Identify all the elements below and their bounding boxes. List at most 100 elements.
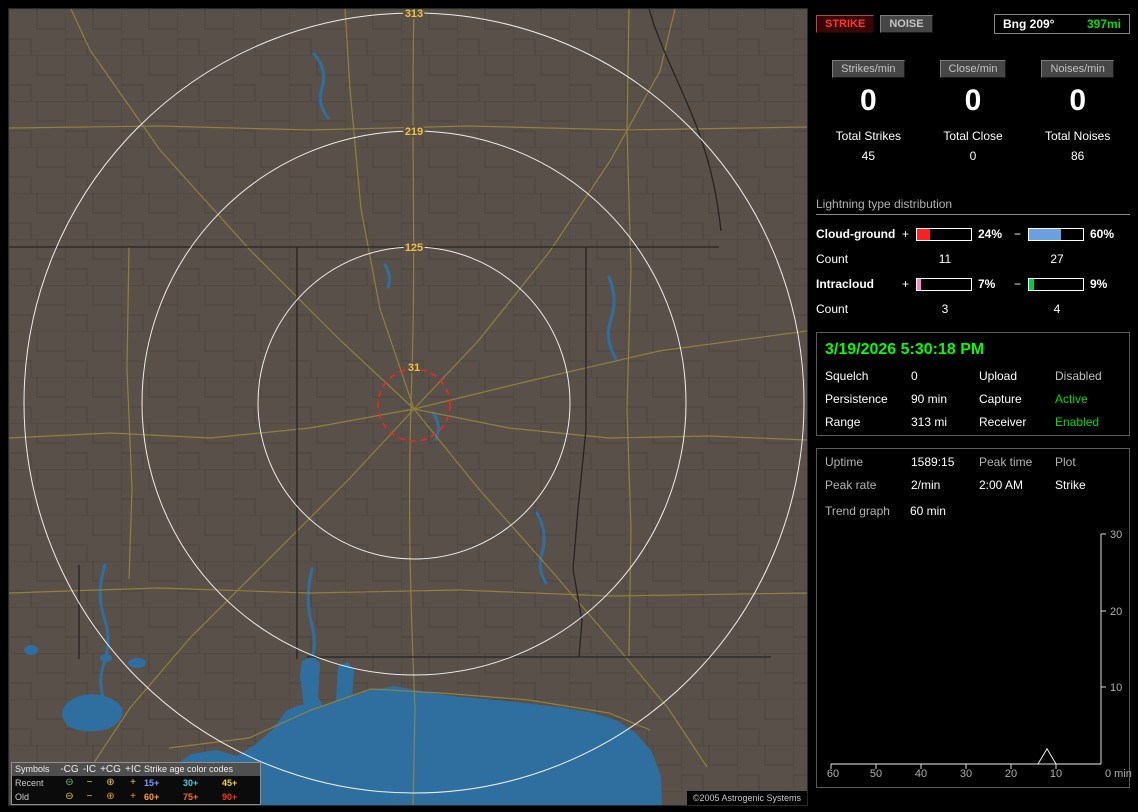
- cg-negative-count: 27: [1050, 252, 1064, 266]
- bearing-readout: Bng 209° 397mi: [994, 14, 1130, 34]
- close-counter: Close/min 0 Total Close 0: [921, 60, 1026, 163]
- x-tick-0min: 0 min: [1105, 768, 1132, 778]
- cg-positive-percent: 24%: [978, 227, 1003, 241]
- peak-time-value: 2:00 AM: [979, 478, 1024, 492]
- total-noises-label: Total Noises: [1044, 129, 1111, 143]
- plot-value: Strike: [1055, 478, 1086, 492]
- legend-age-header: Strike age color codes: [144, 764, 234, 774]
- uptime-value: 1589:15: [911, 455, 955, 469]
- neg-ic-old-icon: −: [86, 791, 93, 802]
- total-close-label: Total Close: [943, 129, 1003, 143]
- current-datetime: 3/19/2026 5:30:18 PM: [825, 341, 985, 358]
- strike-mode-button[interactable]: STRIKE: [816, 15, 875, 33]
- legend-old-label: Old: [15, 791, 30, 802]
- neg-ic-recent-icon: −: [86, 777, 93, 788]
- upload-status: Disabled: [1055, 369, 1102, 383]
- bearing-value: Bng 209°: [1003, 17, 1055, 31]
- squelch-label: Squelch: [825, 369, 869, 383]
- rate-counters: Strikes/min 0 Total Strikes 45 Close/min…: [816, 60, 1130, 163]
- ic-count-label: Count: [816, 302, 849, 316]
- y-tick-30: 30: [1110, 529, 1122, 541]
- map-graphics: 313 219 125 31: [9, 9, 807, 805]
- age-45: 45+: [222, 777, 238, 788]
- legend-recent-label: Recent: [15, 777, 44, 788]
- pos-cg-recent-icon: ⊕: [106, 777, 115, 788]
- strikes-per-min-value: 0: [859, 84, 877, 117]
- noises-per-min-button[interactable]: Noises/min: [1041, 60, 1114, 78]
- noise-mode-button[interactable]: NOISE: [880, 15, 933, 33]
- trend-graph: 30 20 10 60 50 40 30 20 10 0 min: [827, 529, 1132, 780]
- age-30: 30+: [183, 777, 199, 788]
- pos-cg-old-icon: ⊕: [106, 791, 115, 802]
- range-ring-label: 125: [405, 242, 423, 254]
- x-tick-20: 20: [1005, 768, 1017, 778]
- peak-time-label: Peak time: [979, 455, 1033, 469]
- stats-panel: Uptime 1589:15 Peak time Plot Peak rate …: [816, 448, 1132, 788]
- bearing-distance: 397mi: [1086, 17, 1121, 31]
- age-75: 75+: [183, 791, 199, 802]
- upload-label: Upload: [979, 369, 1018, 383]
- capture-label: Capture: [979, 392, 1022, 406]
- legend-col-neg-ic: -IC: [82, 763, 97, 775]
- plus-sign: +: [902, 227, 910, 241]
- x-tick-60: 60: [827, 768, 839, 778]
- squelch-value: 0: [911, 369, 918, 383]
- total-strikes-value: 45: [861, 149, 876, 163]
- age-60: 60+: [144, 791, 160, 802]
- mode-toolbar: STRIKE NOISE Bng 209° 397mi: [816, 14, 1130, 34]
- ic-negative-count: 4: [1053, 302, 1061, 316]
- lightning-map[interactable]: 313 219 125 31 Symbols -CG -IC +CG +IC S…: [8, 8, 808, 806]
- x-tick-40: 40: [915, 768, 927, 778]
- ic-negative-bar: [1028, 277, 1084, 291]
- plot-label: Plot: [1055, 455, 1076, 469]
- noises-per-min-value: 0: [1069, 84, 1087, 117]
- age-90: 90+: [222, 791, 238, 802]
- receiver-status: Enabled: [1055, 415, 1100, 429]
- range-value: 313 mi: [911, 415, 948, 429]
- persistence-label: Persistence: [825, 392, 888, 406]
- cg-positive-count: 11: [938, 252, 952, 266]
- cloud-ground-label: Cloud-ground: [816, 227, 896, 241]
- y-tick-20: 20: [1110, 606, 1122, 618]
- legend-symbols-header: Symbols: [15, 764, 50, 774]
- plus-sign: +: [902, 277, 910, 291]
- receiver-label: Receiver: [979, 415, 1027, 429]
- ic-positive-percent: 7%: [978, 277, 996, 291]
- persistence-value: 90 min: [911, 392, 948, 406]
- intracloud-label: Intracloud: [816, 277, 875, 291]
- cg-positive-bar: [916, 227, 972, 241]
- copyright-notice: ©2005 Astrogenic Systems: [686, 791, 807, 805]
- legend-col-pos-cg: +CG: [100, 763, 121, 775]
- receiver-status-panel: 3/19/2026 5:30:18 PM Squelch 0 Upload Di…: [816, 332, 1130, 436]
- strikes-counter: Strikes/min 0 Total Strikes 45: [816, 60, 921, 163]
- pos-ic-recent-icon: +: [130, 777, 136, 788]
- ic-positive-bar: [916, 277, 972, 291]
- cg-negative-percent: 60%: [1090, 227, 1115, 241]
- trend-graph-label: Trend graph: [825, 504, 890, 518]
- close-per-min-button[interactable]: Close/min: [939, 60, 1007, 78]
- x-tick-30: 30: [960, 768, 972, 778]
- close-per-min-value: 0: [964, 84, 982, 117]
- range-ring-label: 31: [408, 362, 420, 374]
- ic-positive-count: 3: [941, 302, 949, 316]
- strikes-per-min-button[interactable]: Strikes/min: [832, 60, 905, 78]
- total-strikes-label: Total Strikes: [835, 129, 902, 143]
- cg-count-label: Count: [816, 252, 849, 266]
- uptime-label: Uptime: [825, 455, 864, 469]
- trend-graph-window: 60 min: [909, 504, 946, 518]
- y-tick-10: 10: [1110, 682, 1122, 694]
- stormvue-window: 313 219 125 31 Symbols -CG -IC +CG +IC S…: [0, 0, 1138, 812]
- range-ring-label: 313: [405, 9, 423, 20]
- cg-negative-bar: [1028, 227, 1084, 241]
- status-sidebar: STRIKE NOISE Bng 209° 397mi Strikes/min …: [816, 8, 1132, 804]
- x-tick-50: 50: [870, 768, 882, 778]
- total-noises-value: 86: [1071, 149, 1085, 163]
- distribution-title: Lightning type distribution: [816, 197, 1130, 215]
- ic-negative-percent: 9%: [1090, 277, 1108, 291]
- lightning-distribution: Cloud-ground + 24% − 60% Count 11 27 Int…: [816, 227, 1130, 316]
- range-ring-label: 219: [405, 126, 423, 138]
- noises-counter: Noises/min 0 Total Noises 86: [1025, 60, 1130, 163]
- legend-col-neg-cg: -CG: [60, 763, 79, 775]
- minus-sign: −: [1014, 277, 1022, 291]
- x-tick-10: 10: [1050, 768, 1062, 778]
